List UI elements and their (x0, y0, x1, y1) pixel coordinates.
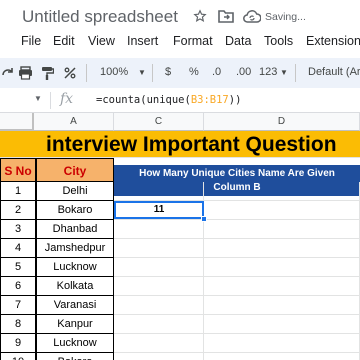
menu-insert[interactable]: Insert (127, 34, 158, 48)
chevron-down-icon[interactable]: ▼ (280, 68, 288, 77)
grid-cell[interactable] (114, 182, 204, 201)
save-status: Saving... (265, 11, 306, 23)
menu-data[interactable]: Data (225, 34, 251, 48)
formula-divider (50, 92, 51, 109)
font-select[interactable]: Default (Ar (308, 66, 360, 78)
toolbar-divider (295, 64, 296, 82)
grid-cell[interactable] (204, 277, 360, 296)
answer-cell[interactable]: 11 (114, 201, 204, 219)
column-header-c[interactable]: C (114, 113, 204, 131)
cell-city[interactable]: Dhanbad (36, 220, 114, 239)
chevron-down-icon[interactable]: ▼ (138, 68, 146, 77)
cell-sno[interactable]: 7 (0, 296, 36, 315)
grid-cell[interactable] (114, 296, 204, 315)
header-cell-city[interactable]: City (36, 158, 114, 182)
title-bar: Untitled spreadsheet Saving... (0, 0, 360, 32)
grid-cell[interactable] (204, 182, 360, 201)
cell-sno[interactable]: 6 (0, 277, 36, 296)
formula-input[interactable]: =counta(unique(B3:B17)) (96, 94, 241, 106)
formula-bar: ▼ fx =counta(unique(B3:B17)) (0, 88, 360, 113)
decrease-decimal-button[interactable]: .0 (212, 66, 221, 78)
sheet-title: interview Important Question (46, 133, 337, 156)
percent-format-button[interactable]: % (189, 66, 199, 78)
header-sno-label: S No (4, 164, 32, 178)
grid-cell[interactable] (204, 353, 360, 360)
cell-sno[interactable]: 2 (0, 201, 36, 220)
grid-cell[interactable] (114, 334, 204, 353)
toolbar-divider (152, 64, 153, 82)
select-all-corner[interactable] (0, 113, 34, 131)
column-header-d[interactable]: D (204, 113, 360, 131)
grid-cell[interactable] (114, 353, 204, 360)
column-header-a[interactable]: A (34, 113, 114, 131)
grid-cell[interactable] (204, 201, 360, 220)
currency-format-button[interactable]: $ (165, 66, 171, 78)
menu-view[interactable]: View (88, 34, 115, 48)
cell-city[interactable]: Lucknow (36, 258, 114, 277)
menu-edit[interactable]: Edit (53, 34, 75, 48)
star-icon[interactable] (193, 9, 207, 23)
print-icon[interactable] (18, 66, 32, 80)
folder-move-icon[interactable] (218, 10, 234, 23)
cell-sno[interactable]: 4 (0, 239, 36, 258)
menu-tools[interactable]: Tools (264, 34, 293, 48)
cloud-sync-icon[interactable] (243, 10, 262, 23)
cell-city[interactable]: Kolkata (36, 277, 114, 296)
more-formats-button[interactable]: 123 (259, 66, 277, 78)
cell-city[interactable]: Jamshedpur (36, 239, 114, 258)
cell-city[interactable]: Bokaro (36, 201, 114, 220)
increase-decimal-button[interactable]: .00 (236, 66, 251, 78)
cell-sno[interactable]: 3 (0, 220, 36, 239)
fill-handle[interactable] (201, 216, 207, 222)
document-title[interactable]: Untitled spreadsheet (22, 7, 178, 27)
grid-cell[interactable] (114, 239, 204, 258)
grid-cell[interactable] (204, 220, 360, 239)
grid-cell[interactable] (204, 258, 360, 277)
grid-cell[interactable] (204, 296, 360, 315)
header-city-label: City (63, 164, 87, 178)
title-banner: interview Important Question (0, 131, 360, 158)
menu-format[interactable]: Format (173, 34, 213, 48)
zoom-select[interactable]: 100% (100, 66, 128, 78)
menu-file[interactable]: File (21, 34, 41, 48)
question-line-1: How Many Unique Cities Name Are Given (139, 168, 335, 179)
sheet-grid[interactable]: A B C D interview Important Question S N… (0, 113, 360, 360)
cell-city[interactable]: Kanpur (36, 315, 114, 334)
name-box-dropdown-icon[interactable]: ▼ (34, 94, 42, 103)
grid-cell[interactable] (204, 315, 360, 334)
cell-sno[interactable]: 8 (0, 315, 36, 334)
cell-sno[interactable]: 1 (0, 182, 36, 201)
redo-icon[interactable] (2, 66, 16, 80)
cell-city[interactable]: Bokaro (36, 353, 114, 360)
grid-cell[interactable] (204, 239, 360, 258)
formula-prefix: =counta(unique( (96, 94, 191, 106)
cell-sno[interactable]: 10 (0, 353, 36, 360)
cell-city[interactable]: Delhi (36, 182, 114, 201)
formula-range: B3:B17 (190, 94, 229, 106)
grid-cell[interactable] (114, 277, 204, 296)
cell-sno[interactable]: 9 (0, 334, 36, 353)
header-cell-sno[interactable]: S No (0, 158, 36, 182)
menu-bar: File Edit View Insert Format Data Tools … (0, 32, 360, 54)
paint-format-icon[interactable] (40, 66, 55, 80)
toolbar-divider (86, 64, 87, 82)
grid-cell[interactable] (114, 220, 204, 239)
grid-cell[interactable] (204, 334, 360, 353)
cell-city[interactable]: Lucknow (36, 334, 114, 353)
grid-cell[interactable] (114, 258, 204, 277)
cell-sno[interactable]: 5 (0, 258, 36, 277)
toolbar: 100% ▼ $ % .0 .00 123 ▼ Default (Ar (0, 58, 360, 88)
menu-extensions[interactable]: Extensions (306, 34, 360, 48)
cell-city[interactable]: Varanasi (36, 296, 114, 315)
percent-style-icon[interactable] (63, 66, 77, 80)
formula-suffix: )) (228, 94, 242, 106)
fx-icon: fx (60, 91, 74, 107)
grid-cell[interactable] (114, 315, 204, 334)
